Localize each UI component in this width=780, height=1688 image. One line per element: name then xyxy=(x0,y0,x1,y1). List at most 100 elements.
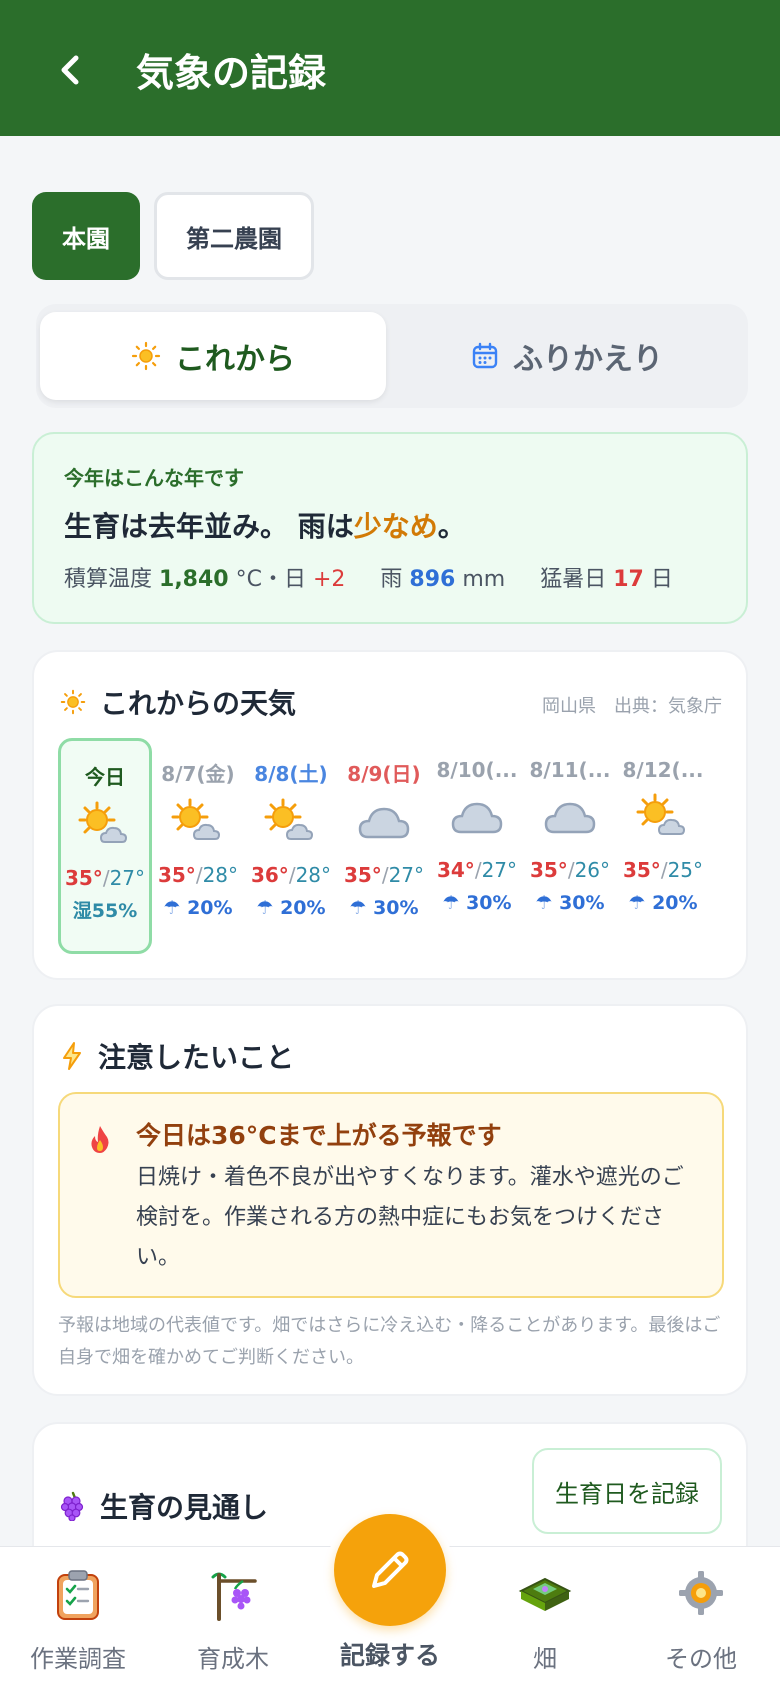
sun-cloud-icon xyxy=(171,798,221,840)
day-rain: ☂ 20% xyxy=(244,897,338,919)
day-humidity: 湿55% xyxy=(72,900,138,922)
day-temp: 35°/27° xyxy=(343,863,425,887)
farm-tabs: 本園 第二農園 xyxy=(32,192,314,280)
summary-label: 今年はこんな年です xyxy=(64,466,244,490)
sun-cloud-icon xyxy=(78,801,128,843)
forecast-day[interactable]: 8/12(... 35°/25° ☂ 20% xyxy=(616,738,710,954)
growth-title: 生育の見通し xyxy=(60,1486,268,1526)
nav-label: 畑 xyxy=(533,1645,557,1673)
day-date: 8/9(日) xyxy=(347,762,421,786)
summary-headline: 生育は去年並み。 雨は少なめ。 xyxy=(64,505,716,545)
forecast-day-today[interactable]: 今日 35°/27° 湿55% xyxy=(58,738,152,954)
growth-title-text: 生育の見通し xyxy=(100,1491,269,1524)
forecast-disclaimer: 予報は地域の代表値です。畑ではさらに冷え込む・降ることがあります。最後はご自身で… xyxy=(58,1315,721,1368)
day-high: 36° xyxy=(250,863,289,887)
day-low: 27° xyxy=(109,866,146,890)
day-date: 今日 xyxy=(85,765,125,789)
forecast-day[interactable]: 8/9(日) 35°/27° ☂ 30% xyxy=(337,738,431,954)
farm-tab-second[interactable]: 第二農園 xyxy=(154,192,314,280)
hot-days-label: 猛暑日 xyxy=(540,567,607,592)
day-temp: 35°/26° xyxy=(529,858,611,882)
rain-label: 雨 xyxy=(380,567,403,592)
tab-forecast-label: これから xyxy=(175,342,295,377)
day-rain-value: 30% xyxy=(559,892,605,914)
heat-alert: 今日は36°Cまで上がる予報です 日焼け・着色不良が出やすくなります。灌水や遮光… xyxy=(58,1092,724,1298)
day-date: 8/10(... xyxy=(436,758,518,782)
forecast-day[interactable]: 8/11(... 35°/26° ☂ 30% xyxy=(523,738,617,954)
pencil-icon xyxy=(372,1551,409,1588)
day-low: 27° xyxy=(481,858,518,882)
forecast-title: これからの天気 xyxy=(60,682,296,722)
forecast-card: これからの天気 岡山県 出典：気象庁 今日 35°/27° 湿55% 8/7(金… xyxy=(32,650,748,980)
tab-review[interactable]: ふりかえり xyxy=(392,312,742,400)
app-header: 気象の記録 xyxy=(0,0,780,136)
record-button[interactable] xyxy=(334,1514,446,1626)
day-date: 8/11(... xyxy=(529,758,611,782)
day-high: 35° xyxy=(622,858,661,882)
day-temp: 35°/25° xyxy=(622,858,704,882)
sun-cloud-icon xyxy=(636,793,686,835)
mode-segmented-control: これから ふりかえり xyxy=(36,304,748,408)
headline-highlight: 少なめ xyxy=(353,510,438,543)
gdd-label: 積算温度 xyxy=(64,567,153,592)
grape-trellis-icon xyxy=(211,1572,257,1621)
year-summary-card: 今年はこんな年です 生育は去年並み。 雨は少なめ。 積算温度 1,840 °C・… xyxy=(32,432,748,624)
day-date: 8/12(... xyxy=(622,758,704,782)
tab-review-label: ふりかえり xyxy=(513,342,663,377)
nav-item-trees[interactable]: 育成木 xyxy=(158,1567,308,1674)
chevron-left-icon xyxy=(61,55,79,85)
gdd-value: 1,840 xyxy=(159,567,229,592)
day-rain: ☂ 30% xyxy=(337,897,431,919)
day-temp: 36°/28° xyxy=(250,863,332,887)
hot-days-unit: 日 xyxy=(650,567,673,592)
record-label: 記録する xyxy=(339,1641,440,1670)
forecast-day[interactable]: 8/8(土) 36°/28° ☂ 20% xyxy=(244,738,338,954)
record-fab-wrapper xyxy=(326,1506,454,1634)
caution-title: 注意したいこと xyxy=(60,1036,294,1076)
farm-tab-main[interactable]: 本園 xyxy=(32,192,140,280)
day-high: 35° xyxy=(529,858,568,882)
day-rain: ☂ 30% xyxy=(523,892,617,914)
nav-label: 育成木 xyxy=(197,1645,269,1673)
day-rain-value: 20% xyxy=(280,897,326,919)
day-high: 35° xyxy=(343,863,382,887)
day-low: 28° xyxy=(202,863,239,887)
alert-body: 日焼け・着色不良が出やすくなります。灌水や遮光のご検討を。作業される方の熱中症に… xyxy=(136,1165,684,1270)
cloud-icon xyxy=(358,807,410,839)
day-rain: ☂ 20% xyxy=(616,892,710,914)
clipboard-icon xyxy=(57,1570,99,1620)
nav-item-field[interactable]: 畑 xyxy=(470,1567,620,1674)
day-temp: 35°/28° xyxy=(157,863,239,887)
caution-title-text: 注意したいこと xyxy=(98,1041,295,1074)
back-button[interactable] xyxy=(54,50,88,90)
tab-forecast[interactable]: これから xyxy=(40,312,386,400)
headline-text: 生育は去年並み。 雨は xyxy=(64,510,354,543)
day-high: 34° xyxy=(436,858,475,882)
nav-item-other[interactable]: その他 xyxy=(626,1567,776,1674)
grape-icon xyxy=(60,1491,84,1521)
record-growth-date-button[interactable]: 生育日を記録 xyxy=(532,1448,722,1534)
day-rain-value: 30% xyxy=(373,897,419,919)
umbrella-icon: ☂ xyxy=(349,897,374,919)
gdd-diff: +2 xyxy=(312,567,346,592)
gear-icon xyxy=(679,1571,723,1615)
day-temp: 35°/27° xyxy=(64,866,146,890)
nav-label: 作業調査 xyxy=(30,1645,126,1673)
forecast-title-text: これからの天気 xyxy=(100,687,297,720)
nav-label: その他 xyxy=(665,1645,737,1673)
hot-days-value: 17 xyxy=(613,567,644,592)
umbrella-icon: ☂ xyxy=(628,892,653,914)
cloud-icon xyxy=(451,802,503,834)
day-rain-value: 20% xyxy=(187,897,233,919)
forecast-day[interactable]: 8/7(金) 35°/28° ☂ 20% xyxy=(151,738,245,954)
day-rain-value: 30% xyxy=(466,892,512,914)
day-rain: ☂ 20% xyxy=(151,897,245,919)
flame-icon xyxy=(91,1126,109,1153)
nav-item-work-survey[interactable]: 作業調査 xyxy=(3,1567,153,1674)
summary-stats: 積算温度 1,840 °C・日 +2 雨 896 mm 猛暑日 17 日 xyxy=(64,561,716,593)
day-low: 25° xyxy=(667,858,704,882)
rain-value: 896 xyxy=(409,567,456,592)
forecast-day[interactable]: 8/10(... 34°/27° ☂ 30% xyxy=(430,738,524,954)
day-date: 8/8(土) xyxy=(254,762,328,786)
day-high: 35° xyxy=(157,863,196,887)
